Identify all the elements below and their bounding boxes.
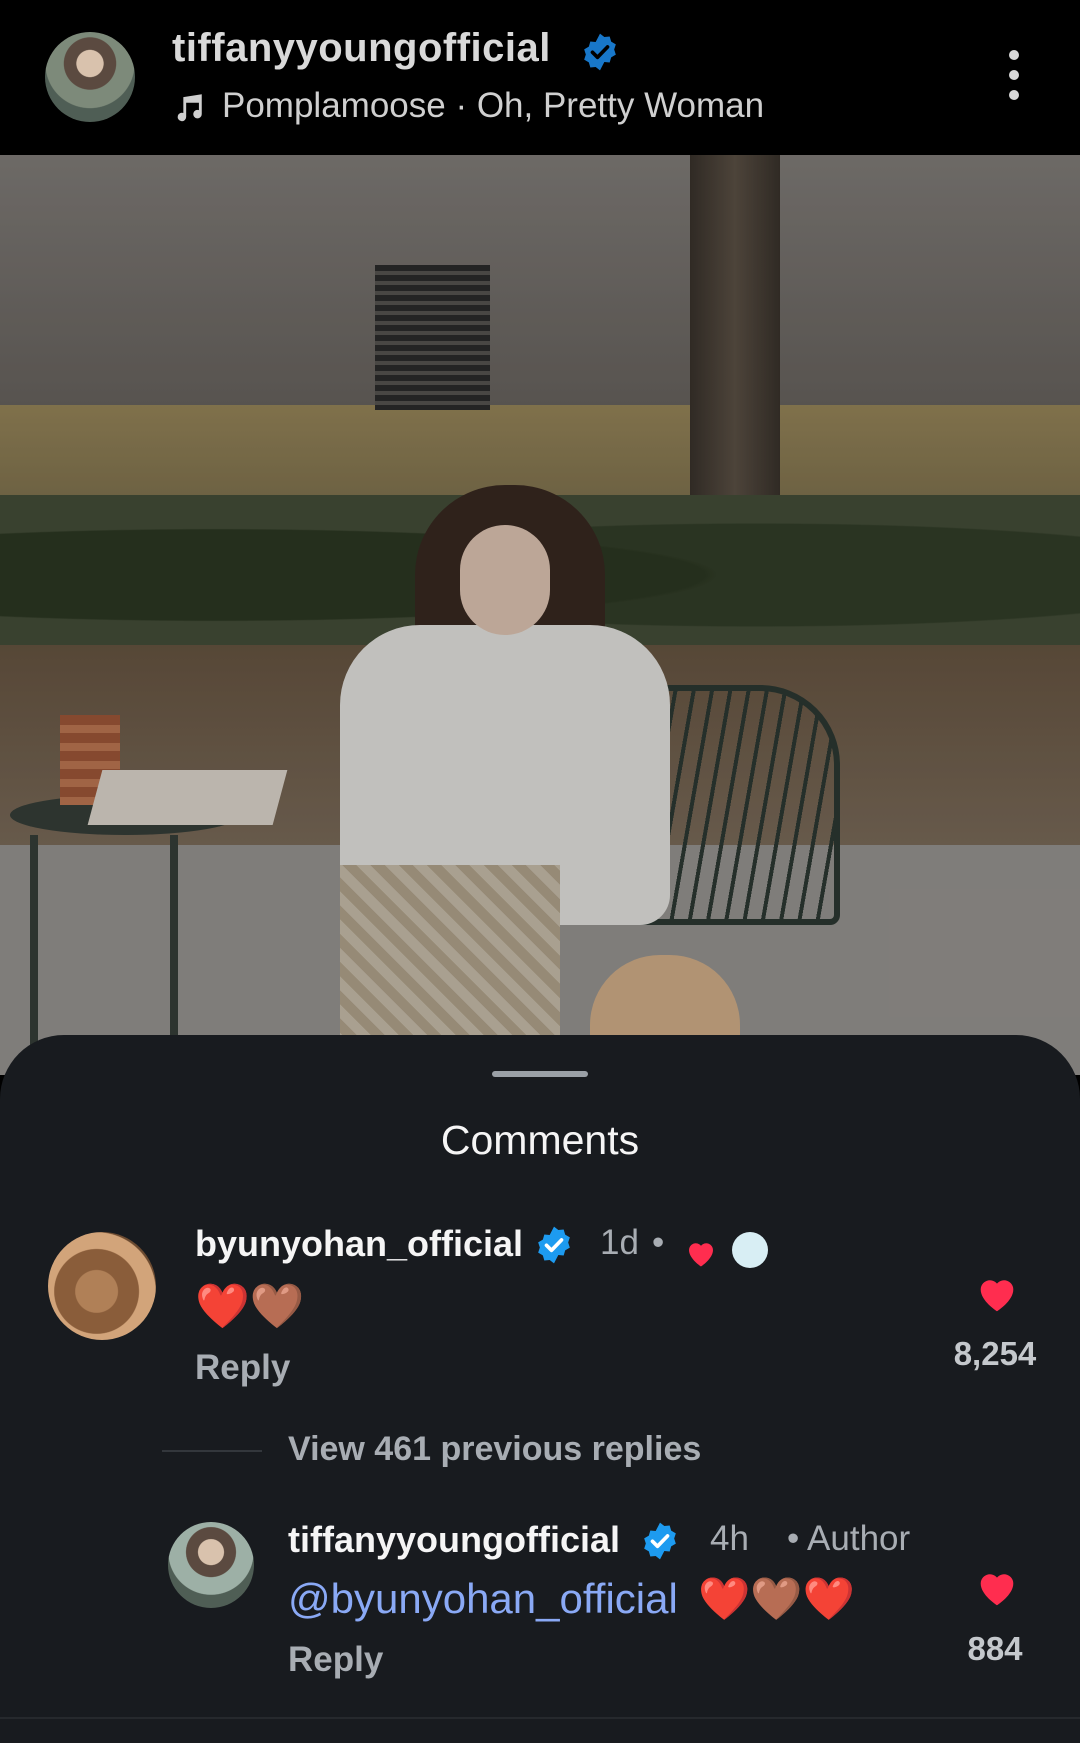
author-avatar[interactable]	[45, 32, 135, 122]
mention-link[interactable]: @byunyohan_official	[288, 1575, 678, 1623]
comments-sheet: Comments byunyohan_official 1d • ❤️🤎 Rep…	[0, 1035, 1080, 1743]
post-header: tiffanyyoungofficial Pomplamoose · Oh, P…	[0, 0, 1080, 155]
author-label: • Author	[787, 1519, 911, 1558]
replies-divider	[162, 1450, 262, 1452]
heart-icon[interactable]	[973, 1565, 1021, 1611]
view-previous-replies[interactable]: View 461 previous replies	[288, 1430, 701, 1469]
verified-badge-icon	[584, 33, 616, 71]
creator-liked-heart-icon	[689, 1243, 713, 1267]
music-note-icon	[177, 94, 202, 122]
comments-title: Comments	[440, 1117, 640, 1163]
author-username[interactable]: tiffanyyoungofficial	[172, 26, 551, 71]
reaction-avatar-icon	[732, 1232, 768, 1268]
reply-button[interactable]: Reply	[288, 1640, 383, 1680]
reply-avatar[interactable]	[168, 1522, 254, 1608]
bottom-divider	[0, 1717, 1080, 1719]
heart-icon[interactable]	[973, 1271, 1021, 1317]
comment-time: 1d	[600, 1223, 639, 1262]
post-photo[interactable]	[0, 155, 1080, 1075]
sheet-drag-handle[interactable]	[492, 1071, 588, 1077]
reply-button[interactable]: Reply	[195, 1348, 290, 1388]
more-vertical-icon[interactable]	[1000, 50, 1028, 102]
commenter-username[interactable]: byunyohan_official	[195, 1223, 523, 1265]
like-count: 8,254	[953, 1335, 1037, 1372]
music-track[interactable]: Pomplamoose · Oh, Pretty Woman	[222, 86, 764, 126]
commenter-avatar[interactable]	[48, 1232, 156, 1340]
reply-emoji-text: ❤️🤎❤️	[698, 1575, 855, 1622]
verified-badge-icon	[644, 1522, 676, 1560]
comment-text: ❤️🤎	[195, 1282, 305, 1331]
separator-dot: •	[652, 1223, 665, 1262]
verified-badge-icon	[538, 1226, 570, 1264]
like-count: 884	[967, 1630, 1023, 1667]
reply-time: 4h	[710, 1519, 749, 1558]
reply-username[interactable]: tiffanyyoungofficial	[288, 1519, 620, 1561]
